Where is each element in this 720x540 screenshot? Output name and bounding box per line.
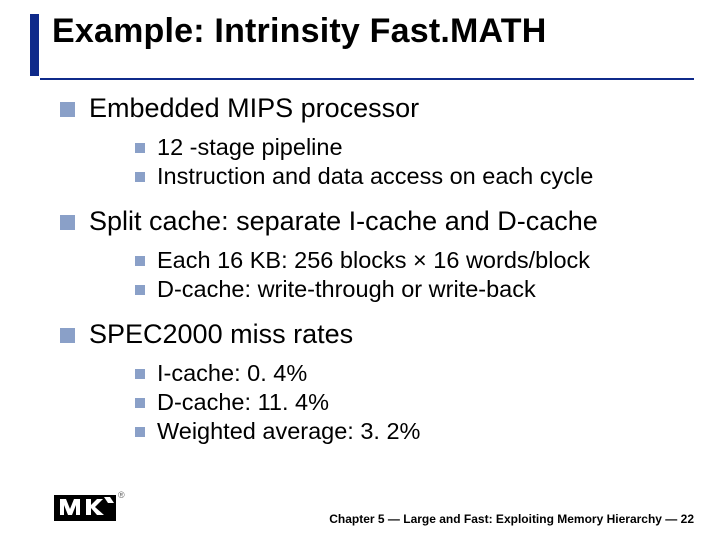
title-underline <box>40 78 694 80</box>
square-bullet-icon <box>60 328 75 343</box>
bullet-text: Embedded MIPS processor <box>89 93 593 124</box>
square-bullet-icon <box>135 369 145 379</box>
sub-bullet-text: Weighted average: 3. 2% <box>157 418 420 445</box>
square-bullet-icon <box>60 215 75 230</box>
sub-bullet-text: D-cache: write-through or write-back <box>157 276 536 303</box>
sub-bullet-list: Each 16 KB: 256 blocks × 16 words/block … <box>135 245 598 303</box>
square-bullet-icon <box>135 256 145 266</box>
square-bullet-icon <box>135 398 145 408</box>
slide-footer: Chapter 5 — Large and Fast: Exploiting M… <box>329 512 694 526</box>
square-bullet-icon <box>135 427 145 437</box>
list-item: Embedded MIPS processor 12 -stage pipeli… <box>60 93 692 196</box>
list-item: Weighted average: 3. 2% <box>135 418 420 445</box>
square-bullet-icon <box>135 143 145 153</box>
list-item: I-cache: 0. 4% <box>135 360 420 387</box>
sub-bullet-text: Instruction and data access on each cycl… <box>157 163 593 190</box>
square-bullet-icon <box>135 172 145 182</box>
bullet-list: Embedded MIPS processor 12 -stage pipeli… <box>60 93 692 451</box>
sub-bullet-text: D-cache: 11. 4% <box>157 389 329 416</box>
sub-bullet-list: 12 -stage pipeline Instruction and data … <box>135 132 593 190</box>
sub-bullet-list: I-cache: 0. 4% D-cache: 11. 4% Weighted … <box>135 358 420 445</box>
registered-mark: ® <box>118 490 125 500</box>
slide-title: Example: Intrinsity Fast.MATH <box>52 12 692 51</box>
sub-bullet-text: I-cache: 0. 4% <box>157 360 307 387</box>
bullet-text: Split cache: separate I-cache and D-cach… <box>89 206 598 237</box>
square-bullet-icon <box>60 102 75 117</box>
slide: Example: Intrinsity Fast.MATH Embedded M… <box>0 0 720 540</box>
list-item: Each 16 KB: 256 blocks × 16 words/block <box>135 247 598 274</box>
list-item: D-cache: write-through or write-back <box>135 276 598 303</box>
list-item: Instruction and data access on each cycl… <box>135 163 593 190</box>
mk-logo-icon <box>54 489 116 525</box>
list-item: 12 -stage pipeline <box>135 134 593 161</box>
publisher-logo <box>54 489 116 530</box>
list-item: SPEC2000 miss rates I-cache: 0. 4% D-cac… <box>60 319 692 451</box>
sub-bullet-text: 12 -stage pipeline <box>157 134 343 161</box>
square-bullet-icon <box>135 285 145 295</box>
title-accent-bar <box>30 14 39 76</box>
sub-bullet-text: Each 16 KB: 256 blocks × 16 words/block <box>157 247 590 274</box>
list-item: D-cache: 11. 4% <box>135 389 420 416</box>
bullet-text: SPEC2000 miss rates <box>89 319 420 350</box>
slide-content: Embedded MIPS processor 12 -stage pipeli… <box>60 93 692 451</box>
list-item: Split cache: separate I-cache and D-cach… <box>60 206 692 309</box>
